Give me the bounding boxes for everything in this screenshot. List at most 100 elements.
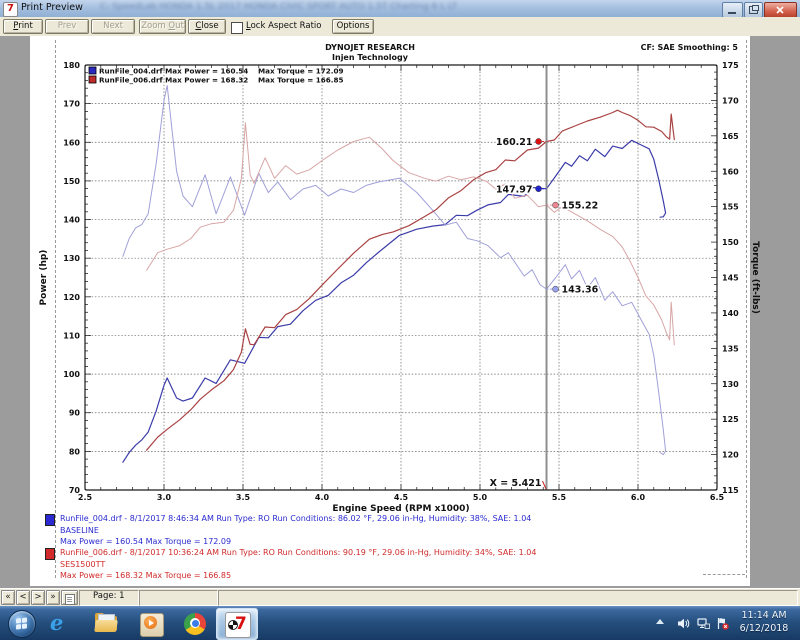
svg-text:110: 110 <box>63 331 80 340</box>
media-player-icon[interactable] <box>140 612 164 636</box>
run-details: RunFile_006.drf - 8/1/2017 10:36:24 AM R… <box>60 547 536 559</box>
svg-text:147.97: 147.97 <box>496 184 533 195</box>
run-info-ses1500tt: RunFile_006.drf - 8/1/2017 10:36:24 AM R… <box>45 547 536 582</box>
svg-text:5.5: 5.5 <box>552 493 567 502</box>
svg-text:175: 175 <box>722 61 739 70</box>
next-button[interactable]: Next <box>91 19 135 34</box>
svg-text:RunFile_006.drf Max Power = 16: RunFile_006.drf Max Power = 168.32 <box>99 76 248 85</box>
svg-text:165: 165 <box>722 132 739 141</box>
chrome-icon[interactable] <box>184 612 208 636</box>
windows-logo-icon <box>16 617 27 629</box>
svg-text:Max Torque = 166.85: Max Torque = 166.85 <box>258 76 343 85</box>
restore-button[interactable] <box>744 2 763 18</box>
file-explorer-icon[interactable] <box>95 612 119 636</box>
svg-text:160: 160 <box>722 167 739 176</box>
svg-text:180: 180 <box>63 61 80 70</box>
network-icon[interactable] <box>697 617 710 630</box>
svg-text:X = 5.421: X = 5.421 <box>490 478 542 489</box>
taskbar-clock[interactable]: 11:14 AM 6/12/2018 <box>733 609 795 635</box>
svg-text:170: 170 <box>63 100 80 109</box>
run-max-values: Max Power = 168.32 Max Torque = 166.85 <box>60 570 536 582</box>
svg-text:80: 80 <box>69 447 81 456</box>
last-page-button[interactable]: » <box>46 590 60 605</box>
svg-text:170: 170 <box>722 96 739 105</box>
svg-text:150: 150 <box>63 177 80 186</box>
toolbar: Print Prev Next Zoom Out Close Lock Aspe… <box>0 17 800 37</box>
prev-button[interactable]: Prev <box>45 19 89 34</box>
status-panel <box>139 590 218 606</box>
close-preview-button[interactable]: Close <box>188 19 226 34</box>
svg-text:160.21: 160.21 <box>496 137 533 148</box>
volume-icon[interactable] <box>677 617 690 630</box>
lock-aspect-ratio-label: Lock Aspect Ratio <box>246 21 322 31</box>
window-title: Print Preview <box>21 2 83 13</box>
svg-text:115: 115 <box>722 486 739 495</box>
page-number-label: Page: 1 <box>93 591 125 601</box>
svg-text:143.36: 143.36 <box>562 285 599 296</box>
taskbar: e 7 <box>0 606 800 640</box>
svg-text:90: 90 <box>69 409 81 418</box>
internet-explorer-icon[interactable]: e <box>50 612 74 636</box>
svg-text:150: 150 <box>722 238 739 247</box>
svg-text:70: 70 <box>69 486 81 495</box>
run-details: RunFile_004.drf - 8/1/2017 8:46:34 AM Ru… <box>60 513 531 525</box>
caption-buttons <box>721 2 797 18</box>
statusbar: « < > » Page: 1 <box>0 588 800 607</box>
close-window-button[interactable] <box>764 2 797 18</box>
svg-text:4.5: 4.5 <box>394 493 409 502</box>
page-icon <box>65 594 75 605</box>
start-button[interactable] <box>8 610 36 638</box>
run-color-swatch <box>45 514 55 526</box>
next-page-button[interactable]: > <box>31 590 45 605</box>
clock-date: 6/12/2018 <box>733 622 795 635</box>
first-page-button[interactable]: « <box>1 590 15 605</box>
svg-text:140: 140 <box>722 309 739 318</box>
close-icon <box>775 5 785 15</box>
svg-text:140: 140 <box>63 216 80 225</box>
svg-text:120: 120 <box>63 293 80 302</box>
svg-text:Max Torque = 172.09: Max Torque = 172.09 <box>258 67 343 76</box>
svg-text:2.5: 2.5 <box>78 493 93 502</box>
svg-text:3.0: 3.0 <box>157 493 172 502</box>
page-setup-button[interactable] <box>61 590 78 605</box>
run-info-baseline: RunFile_004.drf - 8/1/2017 8:46:34 AM Ru… <box>45 513 531 548</box>
svg-text:145: 145 <box>722 274 739 283</box>
checkered-flag-icon <box>228 620 238 630</box>
run-max-values: Max Power = 160.54 Max Torque = 172.09 <box>60 536 531 548</box>
svg-text:125: 125 <box>722 415 739 424</box>
winpep7-taskbar-button[interactable]: 7 <box>216 608 258 640</box>
window-title-ghost: C: SpeedLab HONDA 1.5L 2017 HONDA CIVIC … <box>100 2 640 12</box>
minimize-button[interactable] <box>722 2 743 18</box>
svg-text:120: 120 <box>722 451 739 460</box>
titlebar[interactable]: 7 Print Preview C: SpeedLab HONDA 1.5L 2… <box>0 0 800 18</box>
svg-text:130: 130 <box>63 254 80 263</box>
svg-text:135: 135 <box>722 344 739 353</box>
minimize-icon <box>728 12 736 14</box>
svg-text:155.22: 155.22 <box>562 201 599 212</box>
run-name: BASELINE <box>60 525 531 537</box>
lock-aspect-ratio-checkbox[interactable] <box>231 22 243 34</box>
preview-area: DYNOJET RESEARCH Injen Technology CF: SA… <box>0 36 800 588</box>
dyno-chart-canvas[interactable]: 2.53.03.54.04.55.05.56.06.57080901001101… <box>0 36 800 588</box>
status-panel <box>218 590 798 606</box>
print-preview-window: 7 Print Preview C: SpeedLab HONDA 1.5L 2… <box>0 0 800 640</box>
svg-text:Torque (ft-lbs): Torque (ft-lbs) <box>750 241 760 314</box>
svg-text:4.0: 4.0 <box>315 493 330 502</box>
action-center-flag-icon[interactable] <box>716 617 729 630</box>
svg-text:155: 155 <box>722 203 739 212</box>
svg-text:5.0: 5.0 <box>473 493 488 502</box>
winpep-window-icon: 7 <box>3 2 18 17</box>
prev-page-button[interactable]: < <box>16 590 30 605</box>
svg-text:100: 100 <box>63 370 80 379</box>
zoom-out-button[interactable]: Zoom Out <box>139 19 186 34</box>
print-button[interactable]: Print <box>3 19 43 34</box>
svg-text:130: 130 <box>722 380 739 389</box>
clock-time: 11:14 AM <box>733 609 795 622</box>
run-color-swatch <box>45 548 55 560</box>
svg-text:160: 160 <box>63 138 80 147</box>
options-button[interactable]: Options <box>332 19 374 34</box>
run-name: SES1500TT <box>60 559 536 571</box>
svg-text:3.5: 3.5 <box>236 493 251 502</box>
tray-expand-icon[interactable] <box>656 619 664 624</box>
svg-text:Power (hp): Power (hp) <box>39 250 49 306</box>
